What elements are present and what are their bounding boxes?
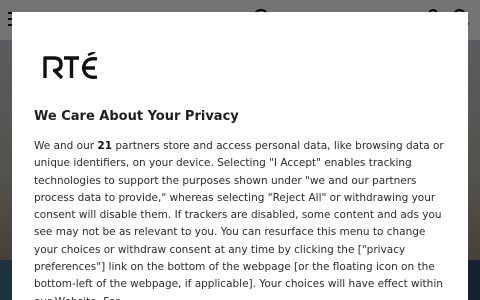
- dialog-body: We and our 21 partners store and access …: [34, 138, 444, 300]
- body-text: partners store and access personal data,…: [34, 140, 444, 300]
- rte-logo: [43, 52, 98, 80]
- dialog-title: We Care About Your Privacy: [34, 109, 239, 124]
- consent-dialog: We Care About Your Privacy We and our 21…: [12, 12, 468, 300]
- body-text-prefix: We and our: [34, 140, 98, 152]
- partner-count: 21: [97, 140, 113, 152]
